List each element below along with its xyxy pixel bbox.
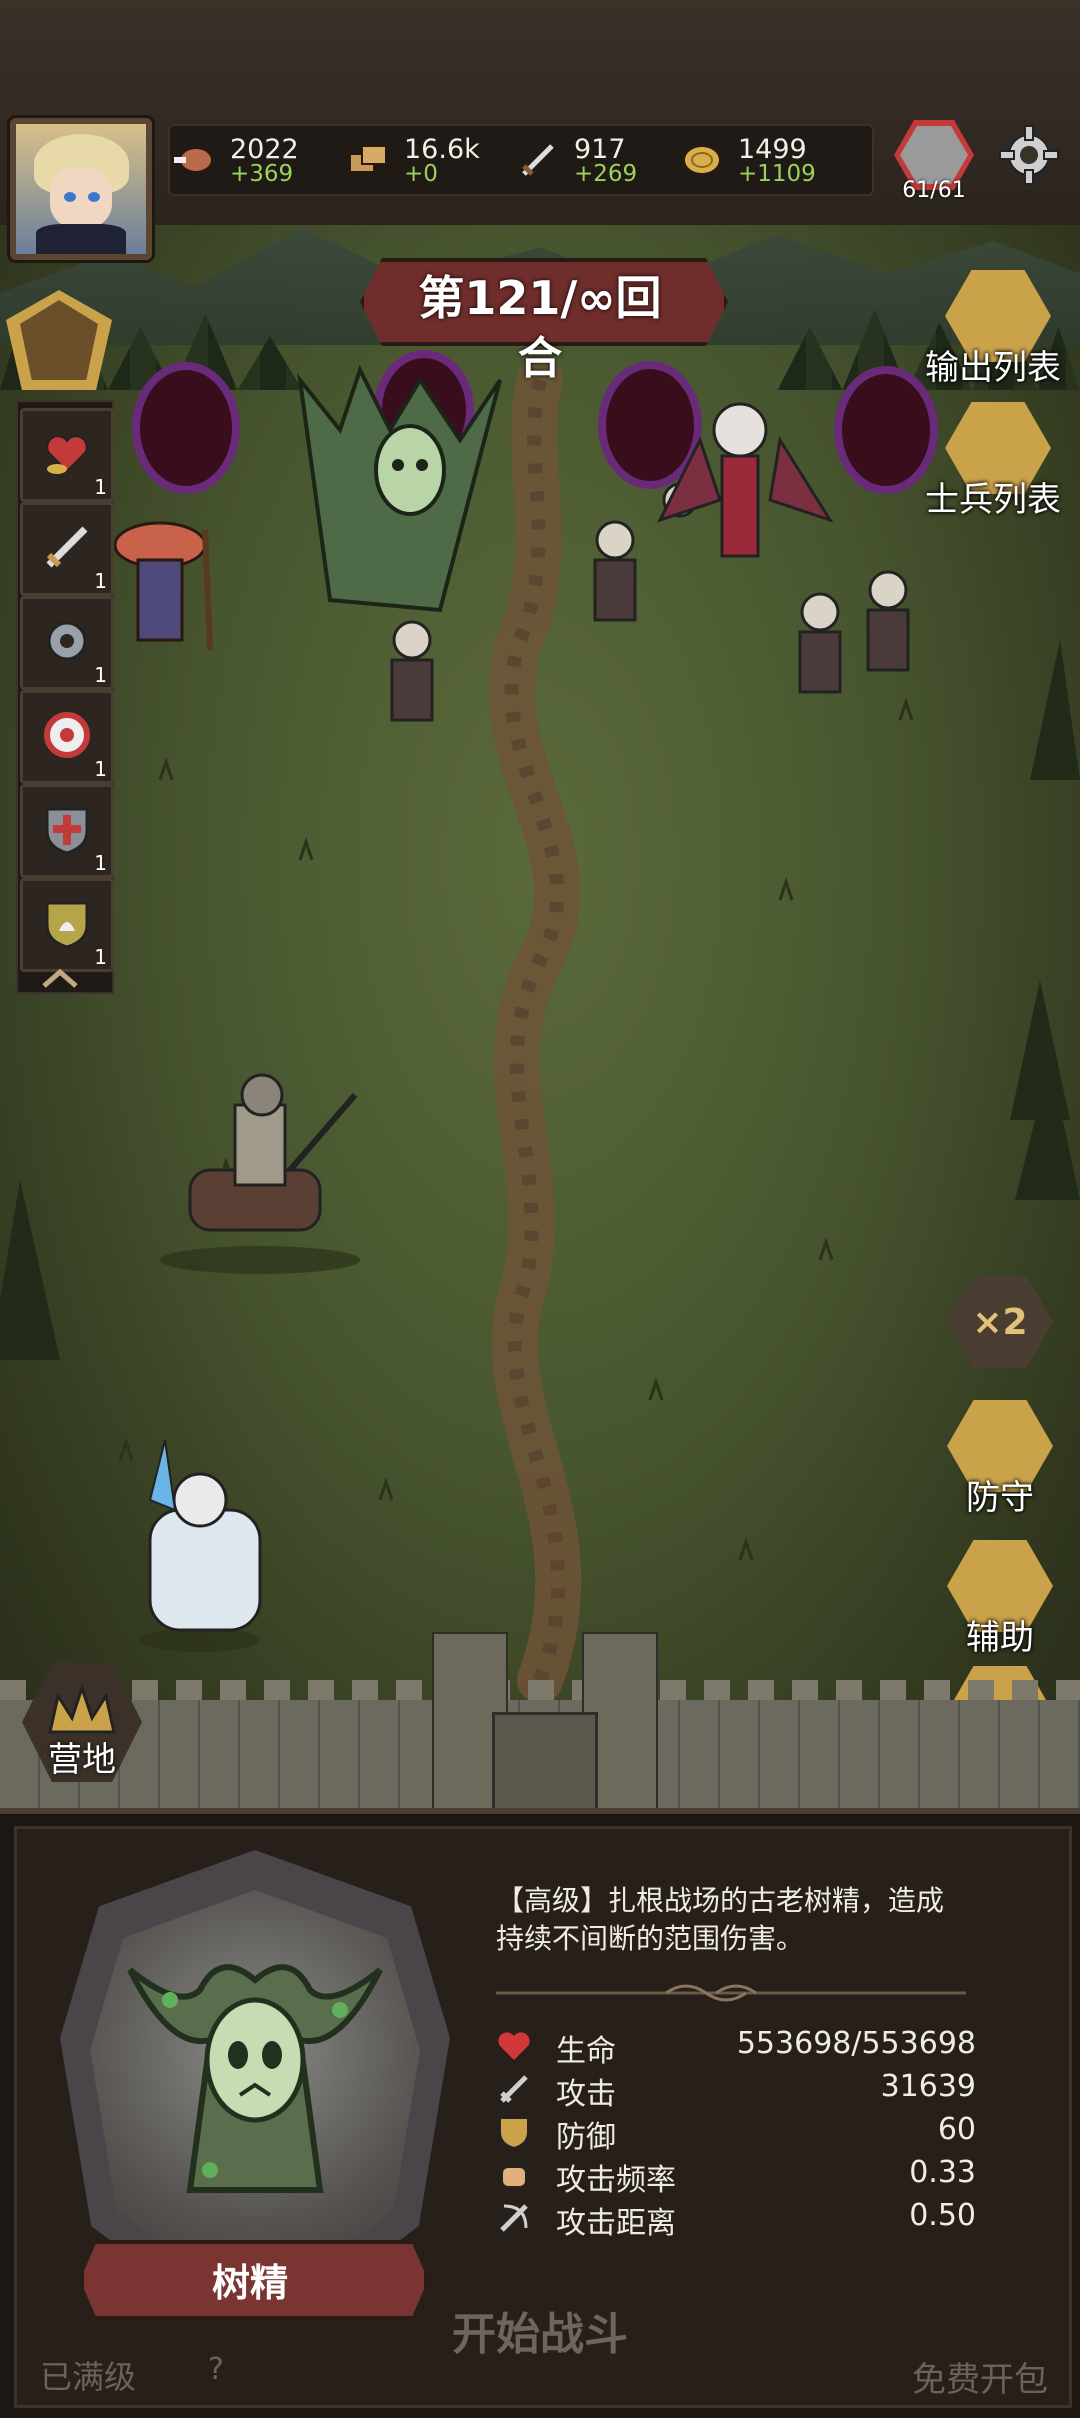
meat-icon xyxy=(174,147,213,173)
resource-meat-delta: +369 xyxy=(230,161,294,187)
resource-sword: 917 +269 xyxy=(516,130,676,190)
treant-enemy xyxy=(297,364,502,613)
stat-label: 攻击 xyxy=(556,2077,616,2112)
round-label: 第121/∞回 xyxy=(418,271,662,325)
stat-defense: 防御 60 xyxy=(496,2110,976,2155)
shield-icon xyxy=(499,2117,529,2150)
stat-attack-rate: 攻击频率 0.33 xyxy=(496,2153,976,2198)
resource-wood-delta: +0 xyxy=(404,161,438,187)
camp-button[interactable]: 营地 xyxy=(22,1662,142,1782)
card-level: 1 xyxy=(94,475,107,499)
sword-icon xyxy=(500,2075,528,2103)
population-count: 61/61 xyxy=(902,178,966,203)
treant-portrait-art xyxy=(127,1964,383,2193)
defense-button[interactable]: 防守 xyxy=(940,1400,1060,1519)
player-avatar[interactable] xyxy=(10,118,152,260)
chevron-up-icon[interactable] xyxy=(40,968,80,990)
ornament-divider xyxy=(496,1984,966,2002)
hero-ally xyxy=(140,1439,262,1652)
stat-value: 60 xyxy=(937,2112,976,2147)
card-level: 1 xyxy=(94,663,107,687)
stat-value: 553698/553698 xyxy=(736,2026,976,2061)
help-question-icon[interactable]: ? xyxy=(208,2352,224,2387)
stat-label: 生命 xyxy=(556,2034,616,2069)
resource-bar: 2022 +369 16.6k +0 917 +269 1499 +1109 xyxy=(168,124,874,196)
speed-icon: ×2 xyxy=(947,1276,1053,1368)
shield-cross-icon xyxy=(45,807,89,855)
card-slot-3[interactable]: 1 xyxy=(20,596,114,690)
castle-gate xyxy=(492,1712,598,1818)
assist-label: 辅助 xyxy=(966,1618,1034,1658)
succubus-enemy xyxy=(657,402,834,558)
sword-icon xyxy=(522,144,554,176)
bow-sword-icon xyxy=(500,2204,528,2232)
speed-x2-button[interactable]: ×2 xyxy=(940,1276,1060,1368)
resource-wood: 16.6k +0 xyxy=(346,130,506,190)
camp-label: 营地 xyxy=(48,1740,116,1780)
stat-value: 0.50 xyxy=(909,2198,976,2233)
sword-card-icon xyxy=(46,526,88,568)
card-level: 1 xyxy=(94,757,107,781)
resource-sword-delta: +269 xyxy=(574,161,638,187)
stat-value: 31639 xyxy=(880,2069,976,2104)
stat-value: 0.33 xyxy=(909,2155,976,2190)
output-list-label: 输出列表 xyxy=(925,348,1061,388)
stat-attack-range: 攻击距离 0.50 xyxy=(496,2196,976,2241)
shield-crest-icon xyxy=(45,901,89,949)
soldier-list-button[interactable]: 士兵列表 xyxy=(925,402,1061,521)
card-slot-4[interactable]: 1 xyxy=(20,690,114,784)
coin-icon xyxy=(683,145,721,175)
stat-label: 防御 xyxy=(556,2120,616,2155)
start-battle-button[interactable]: 开始战斗 xyxy=(300,2300,780,2370)
card-level: 1 xyxy=(94,851,107,875)
card-slot-1[interactable]: 1 xyxy=(20,408,114,502)
target-icon xyxy=(44,712,90,758)
stat-health: 生命 553698/553698 xyxy=(496,2024,976,2069)
fist-icon xyxy=(501,2166,527,2188)
stat-attack: 攻击 31639 xyxy=(496,2067,976,2112)
soldier-list-label: 士兵列表 xyxy=(925,480,1061,520)
card-slot-2[interactable]: 1 xyxy=(20,502,114,596)
population-indicator[interactable]: 61/61 xyxy=(890,118,978,206)
knight-ally xyxy=(160,1073,360,1274)
mushroom-mage-enemy xyxy=(113,521,213,651)
gear-card-icon xyxy=(47,621,87,661)
round-label-suffix: 合 xyxy=(518,333,562,384)
assist-button[interactable]: 辅助 xyxy=(940,1540,1060,1659)
resource-gold-delta: +1109 xyxy=(738,161,816,187)
card-column: 1 1 1 1 1 1 xyxy=(16,400,114,994)
unit-description: 【高级】扎根战场的古老树精，造成持续不间断的范围伤害。 xyxy=(496,1884,945,1955)
defense-label: 防守 xyxy=(966,1478,1034,1518)
heart-icon xyxy=(498,2032,530,2060)
settings-gear-icon[interactable] xyxy=(996,122,1062,188)
stat-label: 攻击频率 xyxy=(556,2163,676,2198)
output-list-button[interactable]: 输出列表 xyxy=(925,270,1061,389)
card-slot-5[interactable]: 1 xyxy=(20,784,114,878)
wood-icon xyxy=(349,145,387,173)
card-level: 1 xyxy=(94,569,107,593)
heart-coins-icon xyxy=(46,435,88,474)
stat-label: 攻击距离 xyxy=(556,2206,676,2241)
resource-meat: 2022 +369 xyxy=(172,130,332,190)
free-pack-button[interactable]: 免费开包 xyxy=(912,2352,1048,2401)
card-level: 1 xyxy=(94,945,107,969)
card-slot-6[interactable]: 1 xyxy=(20,878,114,972)
resource-gold: 1499 +1109 xyxy=(680,130,860,190)
unit-name: 树精 xyxy=(211,2261,288,2305)
maxed-level-label: 已满级 xyxy=(40,2358,137,2396)
